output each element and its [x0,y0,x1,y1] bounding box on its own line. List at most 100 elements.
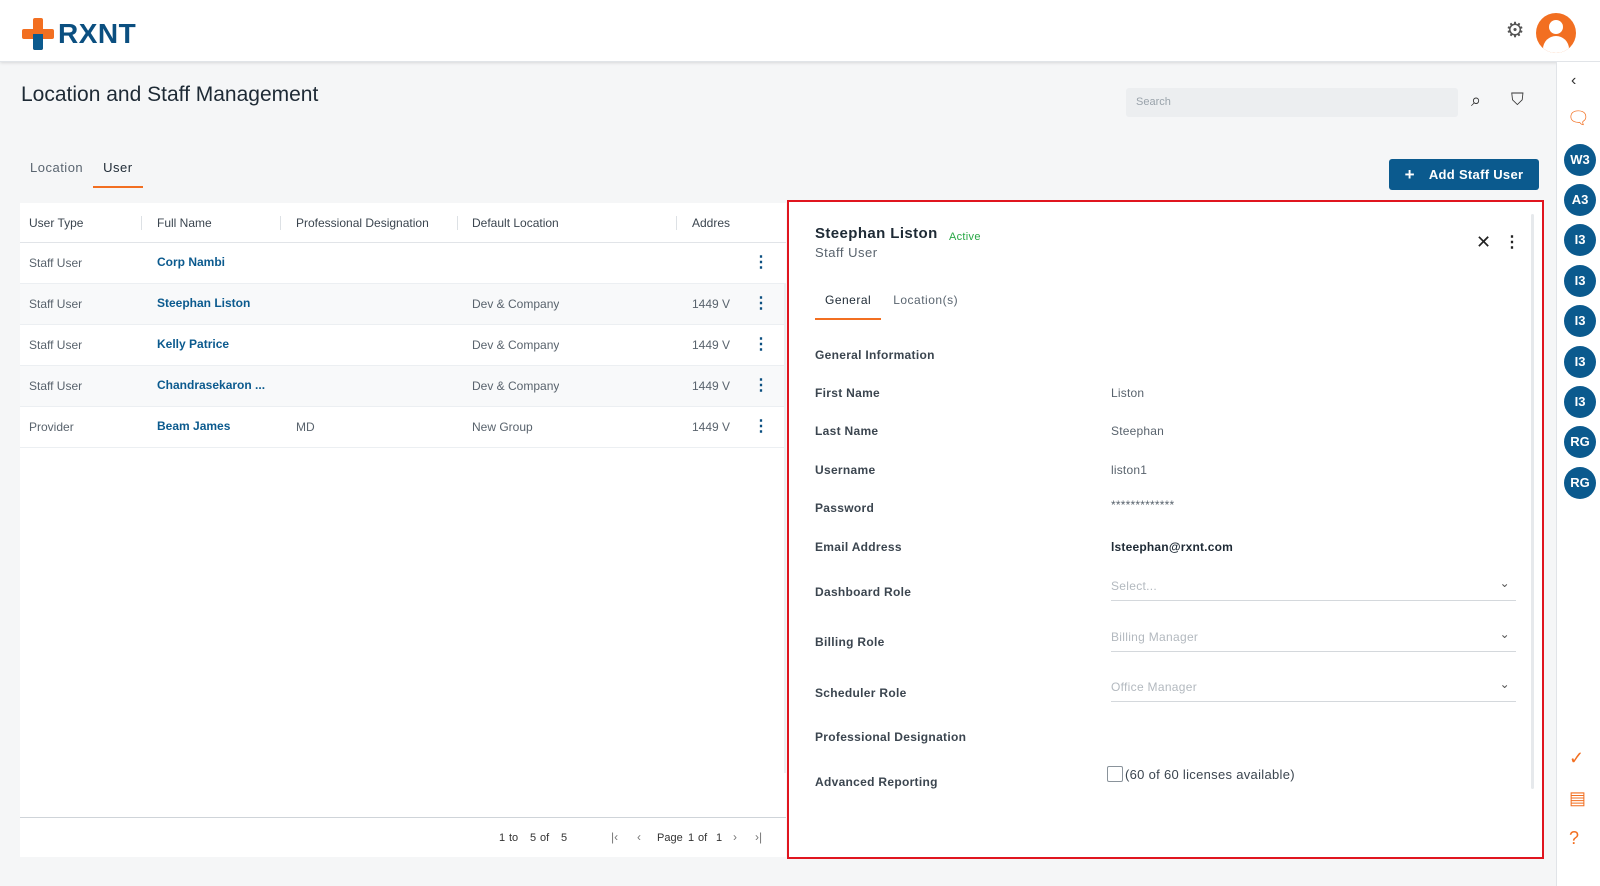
message-icon[interactable]: ▤ [1569,788,1586,809]
row-menu-icon[interactable]: ⋮ [753,376,769,396]
cell-default-location: Dev & Company [472,379,560,393]
table-scrollbar[interactable] [784,283,786,773]
cell-full-name[interactable]: Beam James [157,407,230,448]
cell-address: 1449 V [692,338,731,352]
table-row[interactable]: Provider Beam James MD New Group 1449 V … [20,407,786,448]
last-page-icon[interactable]: ›| [755,830,762,844]
task-icon[interactable]: ✓ [1569,748,1584,769]
rail-badge[interactable]: I3 [1564,265,1596,297]
pagination-bar: 1 to 5 of 5 |‹ ‹ Page 1 of 1 › ›| [20,817,786,857]
table-row[interactable]: Staff User Steephan Liston Dev & Company… [20,284,786,325]
avatar[interactable] [1536,13,1576,53]
tab-locations[interactable]: Location(s) [883,285,968,320]
search-input[interactable]: Search [1126,88,1458,117]
table-row[interactable]: Staff User Chandrasekaron ... Dev & Comp… [20,366,786,407]
chevron-down-icon: ⌄ [1499,627,1510,641]
previous-page-icon[interactable]: ‹ [637,830,641,844]
add-staff-user-button[interactable]: + Add Staff User [1389,159,1539,190]
detail-tabs: General Location(s) [815,285,970,320]
cell-default-location: Dev & Company [472,297,560,311]
billing-role-select[interactable]: Billing Manager ⌄ [1111,627,1516,652]
cell-user-type: Provider [29,420,74,434]
page-of-label: of [698,832,708,844]
dashboard-role-value: Select... [1111,579,1158,593]
cell-full-name[interactable]: Chandrasekaron ... [157,366,265,407]
tab-general[interactable]: General [815,285,882,320]
search-icon[interactable]: ⌕ [1471,90,1481,111]
column-header-default-location[interactable]: Default Location [472,203,559,243]
billing-role-value: Billing Manager [1111,630,1199,644]
username-value: liston1 [1111,463,1148,477]
password-label: Password [815,501,875,515]
column-header-address[interactable]: Addres [692,203,730,243]
username-label: Username [815,463,876,477]
row-menu-icon[interactable]: ⋮ [753,294,769,314]
tab-location[interactable]: Location [20,150,93,188]
help-icon[interactable]: ? [1569,828,1579,849]
rail-badge[interactable]: I3 [1564,386,1596,418]
logo-cross-icon [22,18,54,50]
close-icon[interactable]: ✕ [1476,232,1491,253]
page-label: Page [657,832,683,844]
cell-user-type: Staff User [29,256,83,270]
column-header-professional-designation[interactable]: Professional Designation [296,203,429,243]
page-title: Location and Staff Management [21,83,319,106]
rail-badge[interactable]: A3 [1564,184,1596,216]
rail-badge[interactable]: I3 [1564,224,1596,256]
kebab-icon[interactable]: ⋮ [1504,232,1520,252]
logo-text: RXNT [58,18,137,49]
rail-badge[interactable]: I3 [1564,305,1596,337]
table-header: User Type Full Name Professional Designa… [20,203,786,243]
scheduler-role-select[interactable]: Office Manager ⌄ [1111,677,1516,702]
rxnt-logo[interactable]: RXNT [22,18,136,50]
dashboard-role-label: Dashboard Role [815,585,912,599]
cell-designation: MD [296,420,315,434]
chevron-down-icon: ⌄ [1499,677,1510,691]
cell-full-name[interactable]: Kelly Patrice [157,325,229,366]
gear-icon[interactable]: ⚙ [1504,20,1526,42]
pagination-to-label: to [509,832,519,844]
email-value: lsteephan@rxnt.com [1111,540,1233,554]
cell-full-name[interactable]: Steephan Liston [157,284,250,325]
current-page: 1 [688,832,695,844]
table-row[interactable]: Staff User Kelly Patrice Dev & Company 1… [20,325,786,366]
pagination-to: 5 [530,832,537,844]
rail-badge[interactable]: RG [1564,426,1596,458]
scheduler-role-label: Scheduler Role [815,686,907,700]
cell-default-location: Dev & Company [472,338,560,352]
advanced-reporting-checkbox[interactable] [1107,766,1123,782]
chevron-down-icon: ⌄ [1499,576,1510,590]
plus-icon: + [1404,164,1415,184]
table-row[interactable]: Staff User Corp Nambi ⋮ [20,243,786,284]
advanced-reporting-option: (60 of 60 licenses available) [1107,766,1295,782]
dashboard-role-select[interactable]: Select... ⌄ [1111,576,1516,601]
cell-user-type: Staff User [29,338,83,352]
user-detail-panel: Steephan Liston Active Staff User ✕ ⋮ Ge… [787,200,1544,859]
panel-scrollbar[interactable] [1531,214,1534,789]
column-header-user-type[interactable]: User Type [29,203,83,243]
cell-address: 1449 V [692,420,731,434]
chevron-left-icon[interactable]: ‹ [1571,72,1576,90]
filter-icon[interactable]: ⛉ [1511,90,1524,110]
cell-address [692,243,740,284]
first-name-value: Liston [1111,386,1145,400]
cell-full-name[interactable]: Corp Nambi [157,243,225,284]
row-menu-icon[interactable]: ⋮ [753,253,769,273]
row-menu-icon[interactable]: ⋮ [753,417,769,437]
section-title: General Information [815,348,935,362]
next-page-icon[interactable]: › [733,830,737,844]
row-menu-icon[interactable]: ⋮ [753,335,769,355]
detail-user-type: Staff User [815,245,878,260]
rail-badge[interactable]: I3 [1564,346,1596,378]
rail-badge[interactable]: RG [1564,467,1596,499]
status-badge: Active [949,231,981,243]
total-pages: 1 [716,832,723,844]
right-rail: ‹ 🗨 W3 A3 I3 I3 I3 I3 I3 RG RG ✓ ▤ ? [1556,62,1600,886]
rail-badge[interactable]: W3 [1564,144,1596,176]
pagination-from: 1 [499,832,506,844]
cell-user-type: Staff User [29,379,83,393]
chat-icon[interactable]: 🗨 [1567,108,1590,129]
column-header-full-name[interactable]: Full Name [157,203,212,243]
first-page-icon[interactable]: |‹ [611,830,618,844]
tab-user[interactable]: User [93,150,143,188]
